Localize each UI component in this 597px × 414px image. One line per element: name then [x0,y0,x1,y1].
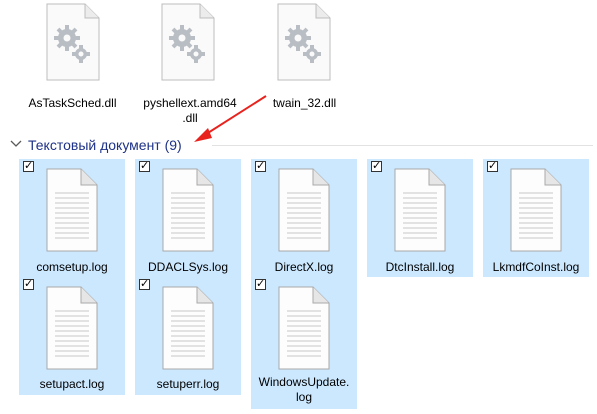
gear-file-icon [161,3,215,81]
gear-file-icon [277,3,331,81]
text-document-icon [162,286,214,370]
checkbox[interactable]: ✓ [139,161,150,172]
text-document-icon [278,168,330,252]
file-item-dtcinstall[interactable]: ✓ DtcInstall.log [367,159,473,277]
text-document-icon [394,168,446,252]
file-name: DDACLSys.log [147,260,229,274]
checkbox[interactable]: ✓ [23,279,34,290]
file-name: comsetup.log [36,260,108,274]
checkbox[interactable]: ✓ [255,279,266,290]
chevron-down-icon[interactable] [10,140,22,148]
text-document-icon [46,286,98,370]
file-item-ddaclsys[interactable]: ✓ DDACLSys.log [135,159,241,277]
group-header-text-document[interactable]: Текстовый документ (9) [8,134,593,156]
group-divider [212,145,593,146]
file-item-directx[interactable]: ✓ DirectX.log [251,159,357,277]
file-name: LkmdfCoInst.log [492,260,580,274]
checkbox[interactable]: ✓ [255,161,266,172]
text-document-icon [510,168,562,252]
file-name: DirectX.log [274,260,334,274]
file-name: setupact.log [39,377,105,391]
checkbox[interactable]: ✓ [487,161,498,172]
file-item-astasksched[interactable]: AsTaskSched.dll [20,0,125,118]
file-item-setuperr[interactable]: ✓ setuperr.log [135,277,241,395]
file-item-lkmdfcoinst[interactable]: ✓ LkmdfCoInst.log [483,159,589,277]
text-document-icon [278,286,330,370]
file-item-windowsupdate[interactable]: ✓ WindowsUpdate. log [251,277,357,409]
file-item-setupact[interactable]: ✓ setupact.log [19,277,125,395]
checkbox[interactable]: ✓ [23,161,34,172]
file-name: WindowsUpdate. log [258,375,350,404]
file-name: AsTaskSched.dll [28,96,117,110]
text-document-icon [162,168,214,252]
gear-file-icon [46,3,100,81]
file-name: setuperr.log [156,377,220,391]
checkbox[interactable]: ✓ [371,161,382,172]
checkbox[interactable]: ✓ [139,279,150,290]
text-document-icon [46,168,98,252]
group-title: Текстовый документ (9) [28,137,182,153]
file-item-comsetup[interactable]: ✓ comsetup.log [19,159,125,277]
file-name: DtcInstall.log [385,260,455,274]
